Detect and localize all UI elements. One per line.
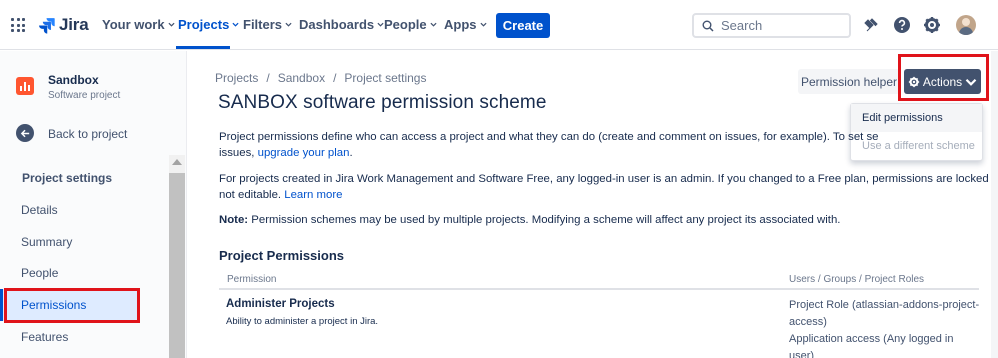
free-plan-text-line1: For projects created in Jira Work Manage… xyxy=(219,173,998,185)
sidebar: Sandbox Software project Back to project… xyxy=(0,51,187,358)
breadcrumb-project-settings[interactable]: Project settings xyxy=(344,71,426,85)
nav-dashboards-label: Dashboards xyxy=(299,17,375,32)
project-name[interactable]: Sandbox xyxy=(48,73,99,87)
learn-more-link[interactable]: Learn more xyxy=(284,189,342,201)
permissions-table-header: Permission Users / Groups / Project Role… xyxy=(219,269,979,290)
breadcrumb-separator: / xyxy=(266,71,270,85)
intro-text-line1: Project permissions define who can acces… xyxy=(219,131,879,143)
project-type: Software project xyxy=(48,90,121,101)
nav-people[interactable]: People xyxy=(384,17,437,32)
nav-people-label: People xyxy=(384,17,427,32)
breadcrumb-sandbox[interactable]: Sandbox xyxy=(278,71,325,85)
chevron-down-icon xyxy=(965,78,977,86)
project-permissions-heading: Project Permissions xyxy=(219,248,344,263)
column-header-users: Users / Groups / Project Roles xyxy=(789,274,925,285)
intro-text-line2: issues, xyxy=(219,147,258,159)
search-field[interactable] xyxy=(692,13,851,38)
sidebar-scrollbar-thumb[interactable] xyxy=(169,173,185,358)
breadcrumb-projects[interactable]: Projects xyxy=(215,71,258,85)
notification-icon[interactable] xyxy=(861,15,881,35)
page-title: SANBOX software permission scheme xyxy=(218,92,547,113)
intro-text-period: . xyxy=(349,147,353,159)
permission-grantees: Project Role (atlassian-addons-project- … xyxy=(789,297,984,358)
sidebar-item-features[interactable]: Features xyxy=(21,330,68,344)
nav-filters[interactable]: Filters xyxy=(243,17,292,32)
sidebar-active-indicator xyxy=(0,289,3,321)
chevron-down-icon xyxy=(168,22,175,27)
sidebar-item-details[interactable]: Details xyxy=(21,203,58,217)
chevron-down-icon xyxy=(479,22,487,27)
note-label: Note: xyxy=(219,214,249,226)
nav-apps-label: Apps xyxy=(444,17,477,32)
page-scrollbar[interactable] xyxy=(991,51,998,358)
nav-projects-label: Projects xyxy=(178,17,230,32)
sidebar-item-summary[interactable]: Summary xyxy=(21,235,72,249)
search-input[interactable] xyxy=(721,18,841,33)
search-icon xyxy=(702,20,714,32)
nav-your-work[interactable]: Your work xyxy=(102,17,175,32)
logo-text: Jira xyxy=(59,15,89,34)
chevron-down-icon xyxy=(430,22,437,27)
app-switcher-icon[interactable] xyxy=(11,18,25,32)
intro-paragraph: Project permissions define who can acces… xyxy=(219,129,879,161)
sidebar-item-people[interactable]: People xyxy=(21,266,58,280)
nav-projects[interactable]: Projects xyxy=(178,17,239,32)
nav-apps[interactable]: Apps xyxy=(444,17,487,32)
help-icon[interactable] xyxy=(892,15,912,35)
free-plan-text-line2: not editable. xyxy=(219,189,285,201)
gear-icon xyxy=(908,76,919,87)
nav-your-work-label: Your work xyxy=(102,17,165,32)
note-text: Permission schemes may be used by multip… xyxy=(248,214,841,226)
menu-item-edit-permissions[interactable]: Edit permissions xyxy=(851,104,982,132)
nav-dashboards[interactable]: Dashboards xyxy=(299,17,384,32)
chevron-down-icon xyxy=(285,22,292,27)
settings-icon[interactable] xyxy=(922,15,942,35)
nav-filters-label: Filters xyxy=(243,17,283,32)
grantee-line: Application access (Any logged in xyxy=(789,333,954,345)
chevron-down-icon xyxy=(232,22,239,27)
top-navigation: Jira Your work Projects Filters Dashboar… xyxy=(0,0,998,50)
grantee-line: Project Role (atlassian-addons-project- xyxy=(789,299,980,311)
permission-name: Administer Projects xyxy=(226,298,335,310)
breadcrumb-separator: / xyxy=(333,71,337,85)
column-header-permission: Permission xyxy=(227,274,277,285)
back-to-project-link[interactable]: Back to project xyxy=(48,127,127,141)
create-button[interactable]: Create xyxy=(496,13,550,38)
project-avatar xyxy=(16,77,34,95)
arrow-left-icon[interactable] xyxy=(16,124,34,142)
upgrade-plan-link[interactable]: upgrade your plan xyxy=(258,147,350,159)
avatar[interactable] xyxy=(956,15,976,35)
breadcrumb: Projects / Sandbox / Project settings xyxy=(215,71,426,85)
permission-description: Ability to administer a project in Jira. xyxy=(226,316,379,327)
free-plan-paragraph: For projects created in Jira Work Manage… xyxy=(219,171,998,203)
sidebar-item-permissions[interactable]: Permissions xyxy=(21,298,86,312)
grantee-line: user) xyxy=(789,350,815,358)
actions-button[interactable]: Actions xyxy=(904,69,981,94)
active-nav-indicator xyxy=(176,46,230,49)
jira-logo-icon xyxy=(39,17,55,34)
grantee-line: access) xyxy=(789,316,827,328)
note-paragraph: Note: Permission schemes may be used by … xyxy=(219,212,840,228)
jira-logo[interactable]: Jira xyxy=(38,14,89,36)
permission-helper-button[interactable]: Permission helper xyxy=(798,69,900,94)
sidebar-section-title: Project settings xyxy=(22,171,113,185)
scroll-up-arrow-icon[interactable] xyxy=(172,159,182,165)
actions-button-label: Actions xyxy=(922,74,963,89)
